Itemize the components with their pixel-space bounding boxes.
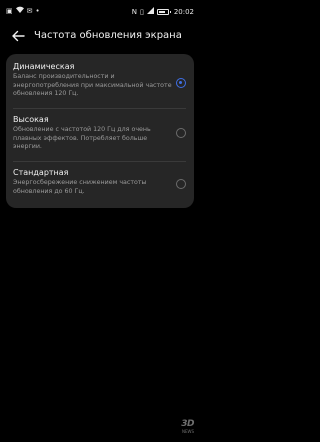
back-button[interactable] bbox=[10, 28, 26, 44]
battery-fill bbox=[158, 10, 165, 13]
status-time: 20:02 bbox=[173, 7, 194, 16]
dot-icon: • bbox=[35, 6, 40, 15]
page-title: Частота обновления экрана bbox=[34, 30, 182, 41]
option-title: Стандартная bbox=[13, 168, 69, 177]
signal-icon bbox=[146, 7, 154, 16]
option-high[interactable]: Высокая Обновление с частотой 120 Гц для… bbox=[6, 109, 194, 159]
title-bar: Частота обновления экрана bbox=[0, 24, 200, 48]
option-description: Энергосбережение снижением частоты обнов… bbox=[13, 179, 147, 195]
radio-button[interactable] bbox=[176, 179, 186, 189]
refresh-rate-options: Динамическая Баланс производительности и… bbox=[6, 54, 194, 208]
option-standard[interactable]: Стандартная Энергосбережение снижением ч… bbox=[6, 162, 194, 208]
nfc-icon: N bbox=[131, 7, 137, 16]
radio-button[interactable] bbox=[176, 128, 186, 138]
watermark-logo: 3D NEWS bbox=[181, 419, 194, 435]
option-dynamic[interactable]: Динамическая Баланс производительности и… bbox=[6, 54, 194, 106]
watermark-sub: NEWS bbox=[181, 429, 194, 434]
back-arrow-icon bbox=[12, 30, 25, 42]
radio-button[interactable] bbox=[176, 78, 186, 88]
message-icon: ✉ bbox=[26, 6, 33, 15]
option-title: Высокая bbox=[13, 115, 49, 124]
vibrate-icon: ▯ bbox=[139, 7, 144, 16]
status-left-icons: ▣ ✉ • bbox=[6, 6, 40, 15]
wifi-icon bbox=[15, 6, 24, 15]
image-icon: ▣ bbox=[6, 6, 13, 15]
option-title: Динамическая bbox=[13, 62, 75, 71]
watermark-main: 3D bbox=[181, 419, 194, 429]
status-right-icons: N ▯ 20:02 bbox=[132, 7, 194, 16]
battery-icon bbox=[156, 8, 171, 15]
status-bar: ▣ ✉ • N ▯ 20:02 bbox=[0, 0, 200, 26]
option-description: Баланс производительности и энергопотреб… bbox=[13, 73, 172, 97]
option-description: Обновление с частотой 120 Гц для очень п… bbox=[13, 126, 151, 150]
